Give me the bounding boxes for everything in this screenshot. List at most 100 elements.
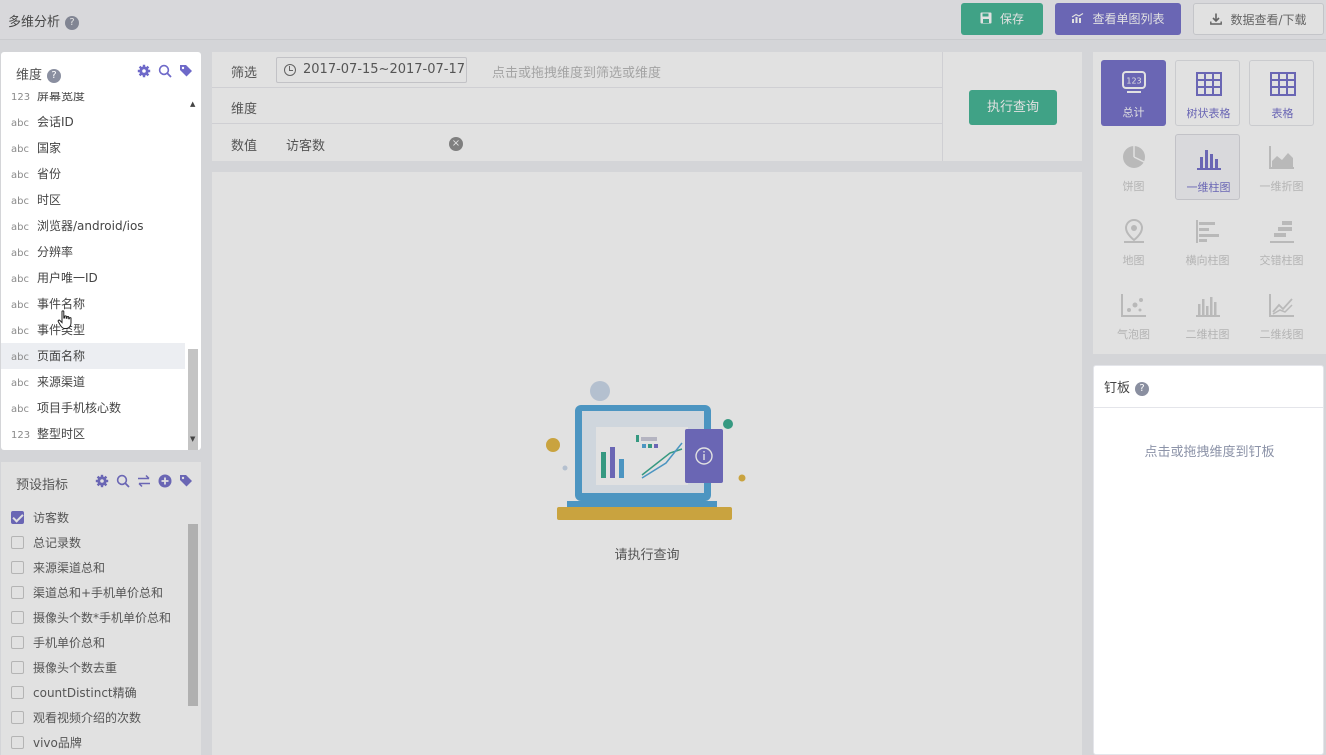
data-download-button[interactable]: 数据查看/下载 <box>1193 3 1324 35</box>
chart-type-label: 一维折图 <box>1259 180 1304 193</box>
value-row[interactable]: 数值 访客数 <box>212 125 942 161</box>
dimension-item[interactable]: abc 项目手机核心数 <box>1 395 185 421</box>
bubble-chart-icon <box>1121 294 1146 317</box>
metric-item[interactable]: countDistinct精确 <box>1 681 201 706</box>
chart-type-grouped-bar[interactable]: 二维柱图 <box>1175 282 1240 348</box>
map-pin-icon <box>1124 218 1144 243</box>
chart-type-total[interactable]: 123 总计 <box>1101 60 1166 126</box>
gear-icon[interactable] <box>137 64 151 78</box>
chart-type-label: 交错柱图 <box>1259 254 1304 267</box>
dimension-type-badge: abc <box>11 378 29 389</box>
metric-checkbox[interactable] <box>11 636 24 649</box>
dimension-item[interactable]: abc 页面名称 <box>1 343 185 369</box>
metrics-panel: 预设指标 访客数 总记录数 来源渠道总和 渠道总和+手机单价总和 摄像头个数*手机单价总… <box>1 462 201 755</box>
metric-item[interactable]: 手机单价总和 <box>1 631 201 656</box>
hand-cursor-icon <box>57 310 72 329</box>
metric-item-label: vivo品牌 <box>33 736 82 750</box>
swap-icon[interactable] <box>137 474 151 488</box>
metric-item-label: 渠道总和+手机单价总和 <box>33 586 164 600</box>
dimension-item[interactable]: 123 整型时区 <box>1 421 185 447</box>
add-circle-icon[interactable] <box>158 474 172 488</box>
dimension-item[interactable]: abc 浏览器/android/ios <box>1 213 185 239</box>
dimension-type-badge: abc <box>11 326 29 337</box>
metric-item[interactable]: 总记录数 <box>1 531 201 556</box>
metric-item[interactable]: 摄像头个数*手机单价总和 <box>1 606 201 631</box>
filter-drop-hint: 点击或拖拽维度到筛选或维度 <box>492 66 662 81</box>
chart-type-tree-table[interactable]: 树状表格 <box>1175 60 1240 126</box>
pie-chart-icon <box>1123 146 1145 168</box>
run-query-button[interactable]: 执行查询 <box>969 90 1057 125</box>
metric-checkbox[interactable] <box>11 586 24 599</box>
metric-item[interactable]: 摄像头个数去重 <box>1 656 201 681</box>
horizontal-bar-icon <box>1196 220 1219 243</box>
save-button[interactable]: 保存 <box>961 3 1043 35</box>
dimension-item-label: 整型时区 <box>37 427 86 441</box>
metric-checkbox[interactable] <box>11 511 24 524</box>
dimension-type-badge: abc <box>11 274 29 285</box>
dimension-type-badge: 123 <box>11 430 31 441</box>
metric-item[interactable]: 访客数 <box>1 506 201 531</box>
chart-type-bar-chart[interactable]: 一维柱图 <box>1175 134 1240 200</box>
dimension-item[interactable]: abc 事件名称 <box>1 291 185 317</box>
scroll-up-arrow[interactable]: ▲ <box>190 100 195 108</box>
clock-icon <box>284 64 296 76</box>
dimension-type-badge: abc <box>11 300 29 311</box>
metric-checkbox[interactable] <box>11 736 24 749</box>
search-icon[interactable] <box>158 64 172 78</box>
metric-checkbox[interactable] <box>11 686 24 699</box>
metric-item[interactable]: 来源渠道总和 <box>1 556 201 581</box>
chart-type-staggered-bar[interactable]: 交错柱图 <box>1249 208 1314 274</box>
help-icon[interactable]: ? <box>47 69 62 83</box>
dimension-panel: 维度? 123 屏幕宽度 abc 会话ID abc 国家 abc 省份 abc 时区 abc 浏览器/… <box>1 52 201 450</box>
date-range-picker[interactable]: 2017-07-15~2017-07-17 <box>276 57 467 83</box>
chart-type-horizontal-bar[interactable]: 横向柱图 <box>1175 208 1240 274</box>
chart-type-area-chart[interactable]: 一维折图 <box>1249 134 1314 200</box>
dimension-item-label: 分辨率 <box>37 245 74 259</box>
metric-checkbox[interactable] <box>11 536 24 549</box>
chart-type-table[interactable]: 表格 <box>1249 60 1314 126</box>
pinboard-panel: 钉板? 点击或拖拽维度到钉板 <box>1093 365 1324 755</box>
metrics-scrollbar[interactable] <box>188 524 198 706</box>
dimension-item[interactable]: abc 事件类型 <box>1 317 185 343</box>
dimension-item[interactable]: 123 屏幕宽度 <box>1 92 185 109</box>
dimension-item[interactable]: abc 会话ID <box>1 109 185 135</box>
dimension-row[interactable]: 维度 <box>212 88 942 124</box>
metric-checkbox[interactable] <box>11 611 24 624</box>
chart-type-pie-chart[interactable]: 饼图 <box>1101 134 1166 200</box>
metric-checkbox[interactable] <box>11 561 24 574</box>
dimension-type-badge: abc <box>11 352 29 363</box>
dimension-item[interactable]: abc 来源渠道 <box>1 369 185 395</box>
chart-list-button[interactable]: 查看单图列表 <box>1055 3 1181 35</box>
chart-type-bubble-chart[interactable]: 气泡图 <box>1101 282 1166 348</box>
filter-label: 筛选 <box>231 66 258 81</box>
dimension-item-label: 省份 <box>37 167 62 181</box>
dimension-type-badge: abc <box>11 222 29 233</box>
help-icon[interactable]: ? <box>1135 382 1150 396</box>
value-chip[interactable]: 访客数 <box>286 135 325 154</box>
metric-checkbox[interactable] <box>11 711 24 724</box>
metric-item[interactable]: vivo品牌 <box>1 731 201 755</box>
metric-item[interactable]: 渠道总和+手机单价总和 <box>1 581 201 606</box>
tag-icon[interactable] <box>179 64 193 78</box>
dimension-item[interactable]: abc 时区 <box>1 187 185 213</box>
gear-icon[interactable] <box>95 474 109 488</box>
metric-item-label: countDistinct精确 <box>33 686 137 700</box>
metric-checkbox[interactable] <box>11 661 24 674</box>
filter-row[interactable]: 筛选 2017-07-15~2017-07-17 点击或拖拽维度到筛选或维度 <box>212 52 942 88</box>
dimension-item[interactable]: abc 用户唯一ID <box>1 265 185 291</box>
remove-value-icon[interactable]: × <box>449 137 463 151</box>
top-bar: 多维分析? 保存 查看单图列表 数据查看/下载 <box>0 0 1326 40</box>
bar-chart-icon <box>1197 150 1221 170</box>
chart-type-line-chart[interactable]: 二维线图 <box>1249 282 1314 348</box>
metric-item-label: 观看视频介绍的次数 <box>33 711 142 725</box>
tag-icon[interactable] <box>179 474 193 488</box>
dimension-item[interactable]: abc 省份 <box>1 161 185 187</box>
empty-state-illustration <box>546 381 746 520</box>
dimension-item[interactable]: abc 分辨率 <box>1 239 185 265</box>
scroll-down-arrow[interactable]: ▼ <box>190 435 195 443</box>
metric-item[interactable]: 观看视频介绍的次数 <box>1 706 201 731</box>
dimension-item[interactable]: abc 国家 <box>1 135 185 161</box>
chart-type-map-pin[interactable]: 地图 <box>1101 208 1166 274</box>
search-icon[interactable] <box>116 474 130 488</box>
help-icon[interactable]: ? <box>65 16 80 30</box>
